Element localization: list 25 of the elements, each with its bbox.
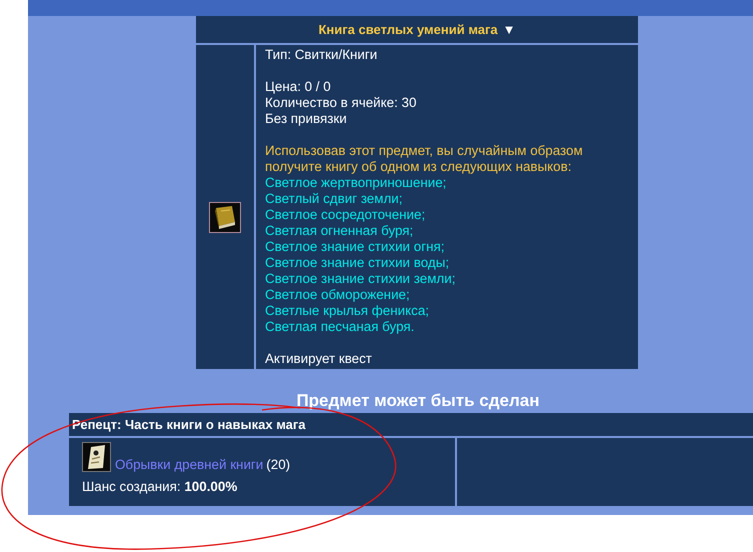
- craft-chance: Шанс создания: 100.00%: [82, 479, 238, 494]
- section-heading: Предмет может быть сделан: [295, 391, 541, 410]
- scroll-icon: [82, 442, 111, 472]
- skill-name: Светлое знание стихии огня;: [265, 239, 446, 255]
- ingredient-count: (20): [266, 458, 290, 472]
- item-property: Активирует квест: [265, 351, 373, 367]
- skill-name: Светлое обморожение;: [265, 287, 411, 303]
- skill-name: Светлая песчаная буря.: [265, 319, 416, 335]
- collapse-toggle[interactable]: ▼: [502, 22, 516, 37]
- skill-name: Светлая огненная буря;: [265, 223, 414, 239]
- item-property: Количество в ячейке: 30: [265, 95, 418, 111]
- ingredient-link[interactable]: Обрывки древней книги: [115, 458, 264, 472]
- skill-name: Светлое сосредоточение;: [265, 207, 426, 223]
- skill-name: Светлое знание стихии воды;: [265, 255, 450, 271]
- skill-name: Светлые крылья феникса;: [265, 303, 430, 319]
- item-description: Использовав этот предмет, вы случайным образом получите книгу об одном из следующих навыков:: [265, 143, 584, 175]
- item-property: Тип: Свитки/Книги: [265, 47, 378, 63]
- item-property: Цена: 0 / 0: [265, 79, 332, 95]
- skill-name: Светлое жертвоприношение;: [265, 175, 448, 191]
- book-icon: [209, 202, 241, 232]
- skill-name: Светлый сдвиг земли;: [265, 191, 404, 207]
- recipe-title: Репецт: Часть книги о навыках мага: [72, 417, 306, 432]
- item-title: Книга светлых умений мага: [318, 22, 498, 37]
- item-property: Без привязки: [265, 111, 348, 127]
- skill-name: Светлое знание стихии земли;: [265, 271, 456, 287]
